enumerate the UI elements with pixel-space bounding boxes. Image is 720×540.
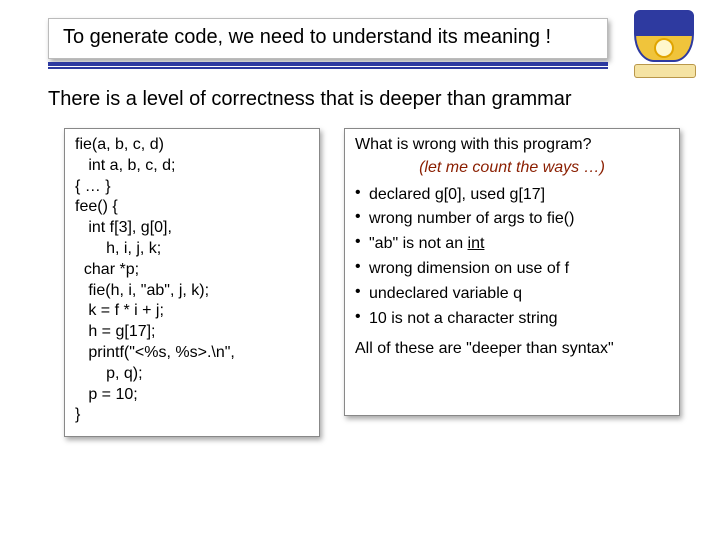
title-underline: [48, 62, 608, 74]
code-sample: fie(a, b, c, d) int a, b, c, d; { … } fe…: [75, 136, 235, 423]
university-crest-icon: [634, 10, 694, 78]
slide-title: To generate code, we need to understand …: [63, 26, 551, 48]
question-subtext: (let me count the ways …): [355, 158, 669, 179]
bullet-text: declared g[0], used g[17]: [369, 186, 545, 203]
bullet-item: wrong number of args to fie(): [355, 209, 669, 230]
bullet-text: "ab" is not an: [369, 235, 468, 252]
bullet-item: 10 is not a character string: [355, 309, 669, 330]
subheading: There is a level of correctness that is …: [48, 88, 688, 111]
bullet-item: "ab" is not an int: [355, 234, 669, 255]
bullet-text-underlined: int: [468, 235, 485, 252]
question-text: What is wrong with this program?: [355, 135, 669, 156]
explanation-box: What is wrong with this program? (let me…: [344, 128, 680, 416]
bullet-text: wrong dimension on use of f: [369, 260, 569, 277]
title-bar: To generate code, we need to understand …: [48, 18, 608, 59]
slide: To generate code, we need to understand …: [0, 0, 720, 540]
bullet-text: wrong number of args to fie(): [369, 210, 574, 227]
bullet-item: wrong dimension on use of f: [355, 259, 669, 280]
bullet-item: declared g[0], used g[17]: [355, 185, 669, 206]
error-bullet-list: declared g[0], used g[17] wrong number o…: [355, 185, 669, 330]
code-sample-box: fie(a, b, c, d) int a, b, c, d; { … } fe…: [64, 128, 320, 437]
bullet-item: undeclared variable q: [355, 284, 669, 305]
footer-line: All of these are "deeper than syntax": [355, 339, 669, 360]
bullet-text: undeclared variable q: [369, 285, 522, 302]
bullet-text: 10 is not a character string: [369, 310, 558, 327]
